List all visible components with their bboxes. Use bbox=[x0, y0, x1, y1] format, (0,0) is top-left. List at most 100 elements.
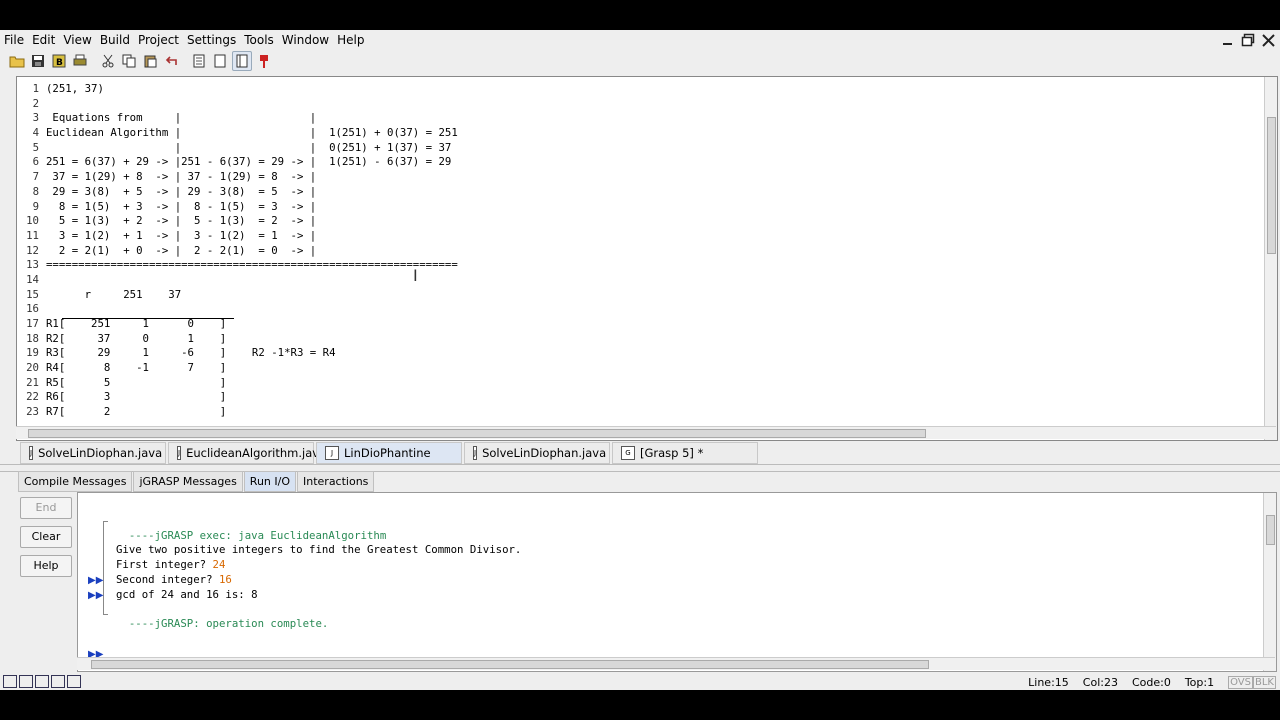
code-line[interactable]: 3 Equations from | | bbox=[17, 111, 458, 126]
menu-project[interactable]: Project bbox=[134, 30, 183, 50]
code-area[interactable]: 1 (251, 37) 2 3 Equations from | | 4 Euclidea… bbox=[17, 82, 458, 420]
status-top: Top:1 bbox=[1184, 675, 1215, 689]
copy-icon[interactable] bbox=[120, 52, 138, 70]
code-line[interactable]: 4 Euclidean Algorithm | | 1(251) + 0(37) … bbox=[17, 126, 458, 141]
menu-file[interactable]: File bbox=[0, 30, 28, 50]
tab-interactions[interactable]: Interactions bbox=[297, 471, 375, 492]
prompt-line: Give two positive integers to find the G… bbox=[116, 543, 522, 557]
menu-settings[interactable]: Settings bbox=[183, 30, 240, 50]
file-tab-euclideanalgorithm[interactable]: J EuclideanAlgorithm.java bbox=[168, 442, 326, 464]
code-line[interactable]: 2 bbox=[17, 97, 458, 112]
editor-vertical-scrollbar[interactable] bbox=[1264, 77, 1277, 440]
code-line[interactable]: 22 R6[ 3 ] bbox=[17, 390, 458, 405]
restore-icon[interactable] bbox=[1240, 32, 1256, 48]
menu-tools[interactable]: Tools bbox=[240, 30, 278, 50]
file-tab-label: EuclideanAlgorithm.java bbox=[186, 446, 327, 460]
line-number: 3 bbox=[32, 111, 39, 125]
message-tabs: Compile Messages jGRASP Messages Run I/O… bbox=[18, 471, 375, 492]
code-line[interactable]: 1 (251, 37) bbox=[17, 82, 458, 97]
line-text: (251, 37) bbox=[46, 82, 104, 95]
code-line[interactable]: 5 | | 0(251) + 1(37) = 37 bbox=[17, 141, 458, 156]
code-line[interactable]: 10 5 = 1(3) + 2 -> | 5 - 1(3) = 2 -> | bbox=[17, 214, 458, 229]
code-line[interactable]: 13 ======================================… bbox=[17, 258, 458, 273]
menu-view[interactable]: View bbox=[59, 30, 95, 50]
console-horizontal-thumb[interactable] bbox=[91, 660, 929, 669]
line-text: ========================================… bbox=[46, 258, 458, 272]
layout-icon-4[interactable] bbox=[51, 675, 65, 688]
layout-icon-3[interactable] bbox=[35, 675, 49, 688]
second-input-line: Second integer? 16 bbox=[116, 572, 232, 586]
code-line[interactable]: 23 R7[ 2 ] bbox=[17, 405, 458, 420]
run-io-console[interactable]: ▶▶ ▶▶ ▶▶ ----jGRASP exec: java Euclidean… bbox=[77, 492, 1277, 672]
pin-icon[interactable] bbox=[255, 52, 273, 70]
code-line[interactable]: 16 bbox=[17, 302, 458, 317]
blank-page-icon[interactable] bbox=[211, 52, 229, 70]
tab-jgrasp-messages[interactable]: jGRASP Messages bbox=[133, 471, 243, 492]
line-number: 16 bbox=[26, 302, 39, 316]
line-number: 19 bbox=[26, 346, 39, 360]
code-line[interactable]: 21 R5[ 5 ] bbox=[17, 376, 458, 391]
console-vertical-scrollbar[interactable] bbox=[1263, 493, 1276, 671]
minimize-icon[interactable] bbox=[1220, 32, 1236, 48]
file-tabs: J SolveLinDiophan.java J EuclideanAlgori… bbox=[20, 442, 760, 464]
file-tab-label: [Grasp 5] * bbox=[640, 446, 704, 460]
code-line[interactable]: 15 r 251 37 bbox=[17, 288, 458, 303]
code-line[interactable]: 7 37 = 1(29) + 8 -> | 37 - 1(29) = 8 -> … bbox=[17, 170, 458, 185]
line-number: 7 bbox=[32, 170, 39, 184]
code-line[interactable]: 20 R4[ 8 -1 7 ] bbox=[17, 361, 458, 376]
tab-run-io[interactable]: Run I/O bbox=[243, 471, 296, 492]
layout-icon-5[interactable] bbox=[67, 675, 81, 688]
editor-horizontal-scrollbar[interactable] bbox=[16, 426, 1276, 439]
line-text: R3[ 29 1 -6 ] R2 -1*R3 = R4 bbox=[46, 346, 336, 360]
open-folder-icon[interactable] bbox=[8, 52, 26, 70]
code-line[interactable]: 18 R2[ 37 0 1 ] bbox=[17, 332, 458, 347]
close-icon[interactable] bbox=[1260, 32, 1276, 48]
console-horizontal-scrollbar[interactable] bbox=[77, 657, 1275, 670]
line-text: | | 0(251) + 1(37) = 37 bbox=[46, 140, 452, 154]
file-tab-solvelindiophan-1[interactable]: J SolveLinDiophan.java bbox=[20, 442, 166, 464]
editor-horizontal-thumb[interactable] bbox=[28, 429, 926, 438]
code-line[interactable]: 11 3 = 1(2) + 1 -> | 3 - 1(2) = 1 -> | bbox=[17, 229, 458, 244]
end-button[interactable]: End bbox=[20, 497, 72, 519]
cut-icon[interactable] bbox=[99, 52, 117, 70]
code-line[interactable]: 9 8 = 1(5) + 3 -> | 8 - 1(5) = 3 -> | bbox=[17, 200, 458, 215]
tab-compile-messages[interactable]: Compile Messages bbox=[18, 471, 133, 492]
menu-window[interactable]: Window bbox=[278, 30, 333, 50]
menu-help[interactable]: Help bbox=[333, 30, 368, 50]
line-text: R4[ 8 -1 7 ] bbox=[46, 361, 227, 375]
second-input-value: 16 bbox=[218, 572, 232, 586]
layout-icon-1[interactable] bbox=[3, 675, 17, 688]
page-icon[interactable] bbox=[190, 52, 208, 70]
layout-icon-2[interactable] bbox=[19, 675, 33, 688]
line-text: 2 = 2(1) + 0 -> | 2 - 2(1) = 0 -> | bbox=[46, 243, 317, 257]
java-file-icon: J bbox=[325, 446, 339, 460]
editor-vertical-thumb[interactable] bbox=[1267, 117, 1276, 254]
help-button[interactable]: Help bbox=[20, 555, 72, 577]
status-col: Col:23 bbox=[1082, 675, 1118, 689]
line-number: 8 bbox=[32, 184, 39, 198]
console-vertical-thumb[interactable] bbox=[1266, 515, 1275, 545]
clear-button[interactable]: Clear bbox=[20, 526, 72, 548]
save-icon[interactable] bbox=[29, 52, 47, 70]
code-line[interactable]: 17 R1[ 251 1 0 ] bbox=[17, 317, 458, 332]
undo-icon[interactable] bbox=[162, 52, 180, 70]
code-line[interactable]: 14 bbox=[17, 273, 458, 288]
code-line[interactable]: 12 2 = 2(1) + 0 -> | 2 - 2(1) = 0 -> | bbox=[17, 244, 458, 259]
file-tab-grasp5[interactable]: G [Grasp 5] * bbox=[612, 442, 758, 464]
print-icon[interactable] bbox=[71, 52, 89, 70]
menu-build[interactable]: Build bbox=[96, 30, 134, 50]
line-number: 13 bbox=[26, 258, 39, 272]
code-line[interactable]: 8 29 = 3(8) + 5 -> | 29 - 3(8) = 5 -> | bbox=[17, 185, 458, 200]
paste-icon[interactable] bbox=[141, 52, 159, 70]
status-code: Code:0 bbox=[1131, 675, 1171, 689]
first-input-line: First integer? 24 bbox=[116, 558, 226, 572]
code-editor[interactable]: 1 (251, 37) 2 3 Equations from | | 4 Euclidea… bbox=[16, 76, 1278, 441]
file-tab-lindiophantine[interactable]: J LinDioPhantine bbox=[316, 442, 462, 464]
code-line[interactable]: 6 251 = 6(37) + 29 -> |251 - 6(37) = 29 -… bbox=[17, 155, 458, 170]
menu-edit[interactable]: Edit bbox=[28, 30, 59, 50]
svg-text:B: B bbox=[56, 58, 63, 68]
file-tab-solvelindiophan-2[interactable]: J SolveLinDiophan.java bbox=[464, 442, 610, 464]
code-line[interactable]: 19 R3[ 29 1 -6 ] R2 -1*R3 = R4 bbox=[17, 346, 458, 361]
page-view-icon[interactable] bbox=[232, 51, 252, 71]
browse-icon[interactable]: B bbox=[50, 52, 68, 70]
